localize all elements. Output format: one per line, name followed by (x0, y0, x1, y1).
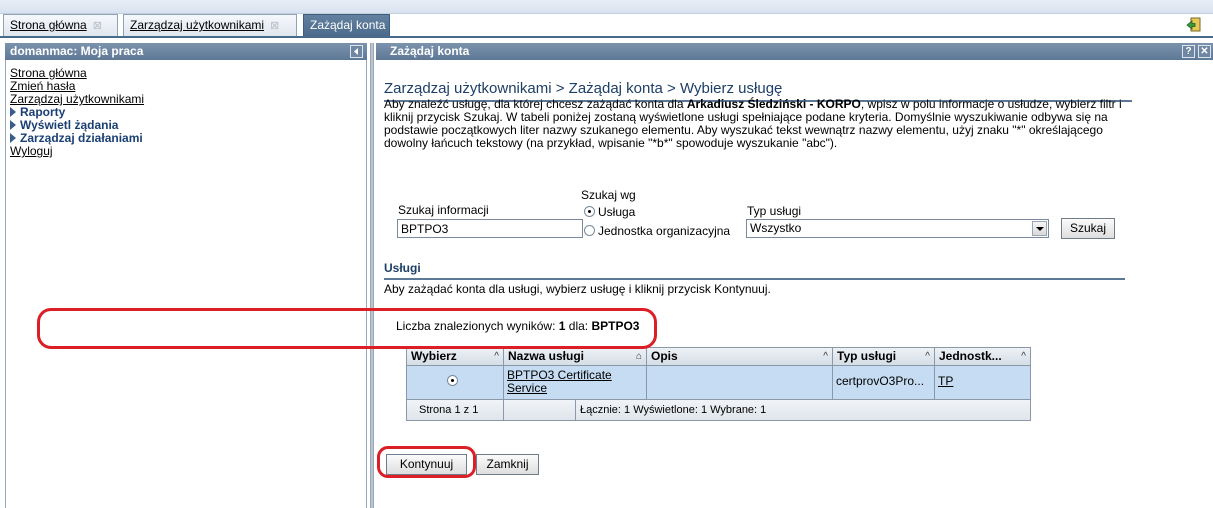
nav-view-requests-label: Wyświetl żądania (20, 118, 119, 132)
search-info-input[interactable] (397, 219, 583, 238)
radio-service-option[interactable]: Usługa (584, 205, 635, 219)
sort-icon[interactable]: ^ (823, 348, 828, 365)
service-name-line-1: BPTPO3 Certificate (507, 368, 612, 382)
results-query: BPTPO3 (591, 319, 640, 333)
nav-logout[interactable]: Wyloguj (10, 145, 366, 158)
row-select-cell[interactable] (407, 366, 504, 399)
left-panel-title: domanmac: Moja praca (10, 44, 144, 58)
expand-triangle-icon (10, 120, 16, 130)
table-footer-spacer (504, 400, 576, 420)
pane-splitter[interactable] (370, 43, 374, 508)
logout-icon[interactable] (1185, 16, 1203, 34)
tab-bar-background (0, 0, 1213, 14)
radio-service-label: Usługa (598, 205, 636, 219)
sort-icon[interactable]: ^ (1021, 348, 1026, 365)
service-type-value: Wszystko (750, 221, 802, 235)
radio-org-unit[interactable] (584, 225, 595, 236)
radio-org-label: Jednostka organizacyjna (598, 224, 731, 238)
tab-home[interactable]: Strona główna ⊠ (3, 14, 118, 37)
chevron-down-icon[interactable] (1032, 221, 1047, 236)
tab-strip-line (0, 36, 1213, 38)
services-section-title: Usługi (384, 261, 1125, 280)
tab-request-account-close-icon[interactable]: ✕ (391, 20, 400, 32)
right-panel-header: Zażądaj konta ? ✕ (376, 43, 1213, 60)
collapse-panel-icon[interactable] (350, 45, 363, 58)
radio-org-option[interactable]: Jednostka organizacyjna (584, 224, 730, 238)
table-page-info: Strona 1 z 1 (407, 400, 504, 420)
column-header-service-name[interactable]: Nazwa usługi ⌂ (504, 348, 647, 365)
search-button[interactable]: Szukaj (1061, 218, 1115, 239)
column-header-label: Jednostk... (939, 349, 1002, 363)
tab-manage-users-close-icon[interactable]: ⊠ (270, 20, 279, 32)
services-description: Aby zażądać konta dla usługi, wybierz us… (384, 282, 771, 296)
intro-text: Aby znaleźć usługę, dla której chcesz za… (384, 98, 1134, 150)
nav-reports-label: Raporty (20, 105, 66, 119)
table-row[interactable]: BPTPO3 Certificate Service certprovO3Pro.… (407, 366, 1030, 400)
search-by-label: Szukaj wg (581, 188, 636, 202)
service-type-cell: certprovO3Pro... (833, 366, 935, 399)
tab-manage-users[interactable]: Zarządzaj użytkownikami ⊠ (123, 14, 297, 37)
table-footer: Strona 1 z 1 Łącznie: 1 Wyświetlone: 1 W… (407, 400, 1030, 420)
org-unit-cell[interactable]: TP (935, 366, 1030, 399)
left-panel: Strona główna Zmień hasła Zarządzaj użyt… (5, 60, 367, 508)
table-totals: Łącznie: 1 Wyświetlone: 1 Wybrane: 1 (580, 404, 767, 416)
service-name-line-2: Service (507, 381, 548, 395)
expand-triangle-icon (10, 133, 16, 143)
intro-user-name: Arkadiusz Śledziński - KORPO (686, 97, 861, 111)
column-header-label: Wybierz (411, 349, 457, 363)
column-header-label: Typ usługi (837, 349, 897, 363)
row-select-radio[interactable] (447, 375, 458, 386)
expand-triangle-icon (10, 107, 16, 117)
results-count: Liczba znalezionych wyników: 1 dla: BPTP… (396, 319, 639, 333)
column-header-description[interactable]: Opis ^ (647, 348, 833, 365)
service-name-link[interactable]: BPTPO3 Certificate Service (507, 368, 612, 395)
service-description-cell (647, 366, 833, 399)
sort-ascending-icon[interactable]: ⌂ (636, 348, 642, 365)
close-button[interactable]: Zamknij (476, 454, 539, 475)
sort-icon[interactable]: ^ (494, 348, 499, 365)
table-header-row: Wybierz ^ Nazwa usługi ⌂ Opis ^ Typ usługi ^… (407, 348, 1030, 366)
service-type-label: Typ usługi (747, 204, 802, 218)
results-mid: dla: (565, 319, 592, 333)
tab-bar: Strona główna ⊠ Zarządzaj użytkownikami ⊠ … (0, 0, 1213, 38)
tab-home-close-icon[interactable]: ⊠ (93, 20, 102, 32)
search-info-label: Szukaj informacji (398, 203, 489, 217)
close-panel-icon[interactable]: ✕ (1198, 45, 1211, 58)
radio-service[interactable] (584, 206, 595, 217)
column-header-service-type[interactable]: Typ usługi ^ (833, 348, 935, 365)
column-header-unit[interactable]: Jednostk... ^ (935, 348, 1030, 365)
service-name-cell[interactable]: BPTPO3 Certificate Service (504, 366, 647, 399)
help-icon[interactable]: ? (1182, 45, 1195, 58)
service-type-select[interactable]: Wszystko (746, 219, 1049, 238)
right-panel-title: Zażądaj konta (390, 44, 470, 58)
org-unit-link[interactable]: TP (938, 374, 953, 388)
services-table: Wybierz ^ Nazwa usługi ⌂ Opis ^ Typ usługi ^… (406, 347, 1031, 421)
left-panel-header: domanmac: Moja praca (5, 43, 367, 60)
tab-request-account-label: Zażądaj konta (310, 18, 386, 32)
tab-manage-users-label: Zarządzaj użytkownikami (130, 18, 265, 32)
nav-manage-activities[interactable]: Zarządzaj działaniami (10, 132, 366, 145)
column-header-label: Nazwa usługi (508, 349, 585, 363)
sort-icon[interactable]: ^ (925, 348, 930, 365)
main-content: Zarządzaj użytkownikami > Zażądaj konta … (376, 60, 1213, 508)
intro-part-1: Aby znaleźć usługę, dla której chcesz za… (384, 97, 687, 111)
continue-button[interactable]: Kontynuuj (386, 454, 467, 475)
tab-request-account[interactable]: Zażądaj konta ✕ (303, 14, 401, 37)
results-prefix: Liczba znalezionych wyników: (396, 319, 559, 333)
column-header-label: Opis (651, 349, 678, 363)
column-header-select[interactable]: Wybierz ^ (407, 348, 504, 365)
tab-home-label: Strona główna (10, 18, 87, 32)
nav-manage-activities-label: Zarządzaj działaniami (20, 131, 143, 145)
